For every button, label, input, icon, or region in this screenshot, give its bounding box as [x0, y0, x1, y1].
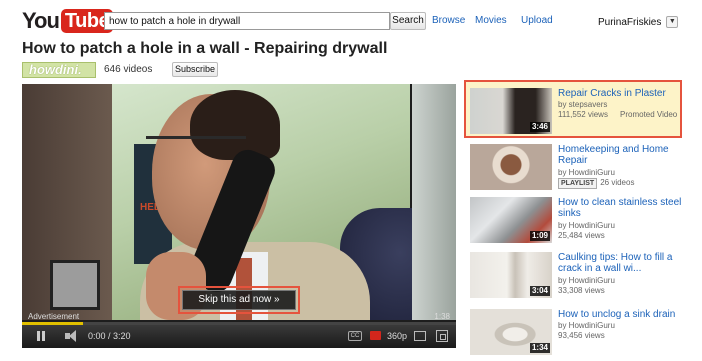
video-views: 33,308 views	[558, 286, 605, 295]
promoted-label: Promoted Video	[620, 110, 678, 119]
person-glasses	[146, 136, 246, 154]
player-controls: 0:00 / 3:20 CC 360p	[22, 325, 456, 348]
volume-icon[interactable]	[64, 329, 80, 343]
quality-selector[interactable]: 360p	[386, 329, 408, 343]
subscribe-button[interactable]: Subscribe	[172, 62, 218, 77]
skip-ad-button[interactable]: Skip this ad now »	[182, 290, 296, 310]
video-duration: 3:04	[529, 286, 550, 296]
related-video-title[interactable]: Repair Cracks in Plaster	[558, 88, 682, 99]
video-duration: 1:34	[529, 343, 550, 353]
playlist-badge: PLAYLIST	[558, 178, 598, 189]
video-author[interactable]: by HowdiniGuru	[558, 168, 615, 178]
ad-remaining-time: 1:38	[434, 312, 450, 320]
video-views: 93,456 views	[558, 331, 605, 340]
annotations-icon[interactable]	[370, 331, 381, 340]
captions-icon[interactable]: CC	[348, 331, 362, 341]
playlist-meta: PLAYLIST 26 videos	[558, 178, 634, 189]
video-views: 25,484 views	[558, 231, 605, 240]
ad-label: Advertisement	[28, 312, 80, 320]
nav-browse-link[interactable]: Browse	[432, 15, 465, 26]
youtube-logo[interactable]: You Tube	[22, 8, 114, 34]
nav-movies-link[interactable]: Movies	[475, 15, 507, 26]
video-duration: 3:46	[529, 122, 550, 132]
video-author[interactable]: by HowdiniGuru	[558, 221, 615, 231]
video-views: 111,552 views	[558, 110, 608, 119]
related-video-title[interactable]: Homekeeping and Home Repair	[558, 144, 682, 166]
pause-icon[interactable]	[36, 329, 46, 343]
search-button[interactable]: Search	[390, 12, 426, 30]
scene-window-frame	[412, 84, 456, 320]
time-display: 0:00 / 3:20	[88, 331, 131, 341]
video-player[interactable]: HELP HELP Skip this ad now » Advertiseme…	[22, 84, 456, 348]
nav-upload-link[interactable]: Upload	[521, 15, 553, 26]
search-input[interactable]	[104, 12, 390, 30]
scene-picture-frame	[50, 260, 100, 310]
video-thumbnail[interactable]: 3:46	[470, 88, 552, 134]
related-video-title[interactable]: How to unclog a sink drain	[558, 309, 682, 320]
video-thumbnail[interactable]: 1:09	[470, 197, 552, 243]
video-duration: 1:09	[529, 231, 550, 241]
video-author[interactable]: by HowdiniGuru	[558, 276, 615, 286]
video-frame[interactable]: HELP HELP Skip this ad now » Advertiseme…	[22, 84, 456, 320]
fullscreen-icon[interactable]	[436, 330, 448, 342]
playlist-count: 26 videos	[600, 178, 635, 187]
related-video-title[interactable]: Caulking tips: How to fill a crack in a …	[558, 252, 682, 274]
video-thumbnail[interactable]: 1:34	[470, 309, 552, 355]
video-author[interactable]: by stepsavers	[558, 100, 607, 110]
username[interactable]: PurinaFriskies	[598, 17, 661, 28]
channel-logo[interactable]: howdini.	[22, 62, 96, 78]
user-menu[interactable]: PurinaFriskies ▼	[598, 14, 679, 30]
page-title: How to patch a hole in a wall - Repairin…	[22, 40, 388, 57]
video-thumbnail[interactable]: 3:04	[470, 252, 552, 298]
logo-you-text: You	[22, 8, 60, 33]
playlist-thumbnail[interactable]	[470, 144, 552, 190]
video-author[interactable]: by HowdiniGuru	[558, 321, 615, 331]
popout-icon[interactable]	[414, 331, 426, 341]
related-video-title[interactable]: How to clean stainless steel sinks	[558, 197, 682, 219]
chevron-down-icon[interactable]: ▼	[666, 16, 679, 28]
video-count: 646 videos	[104, 64, 153, 75]
